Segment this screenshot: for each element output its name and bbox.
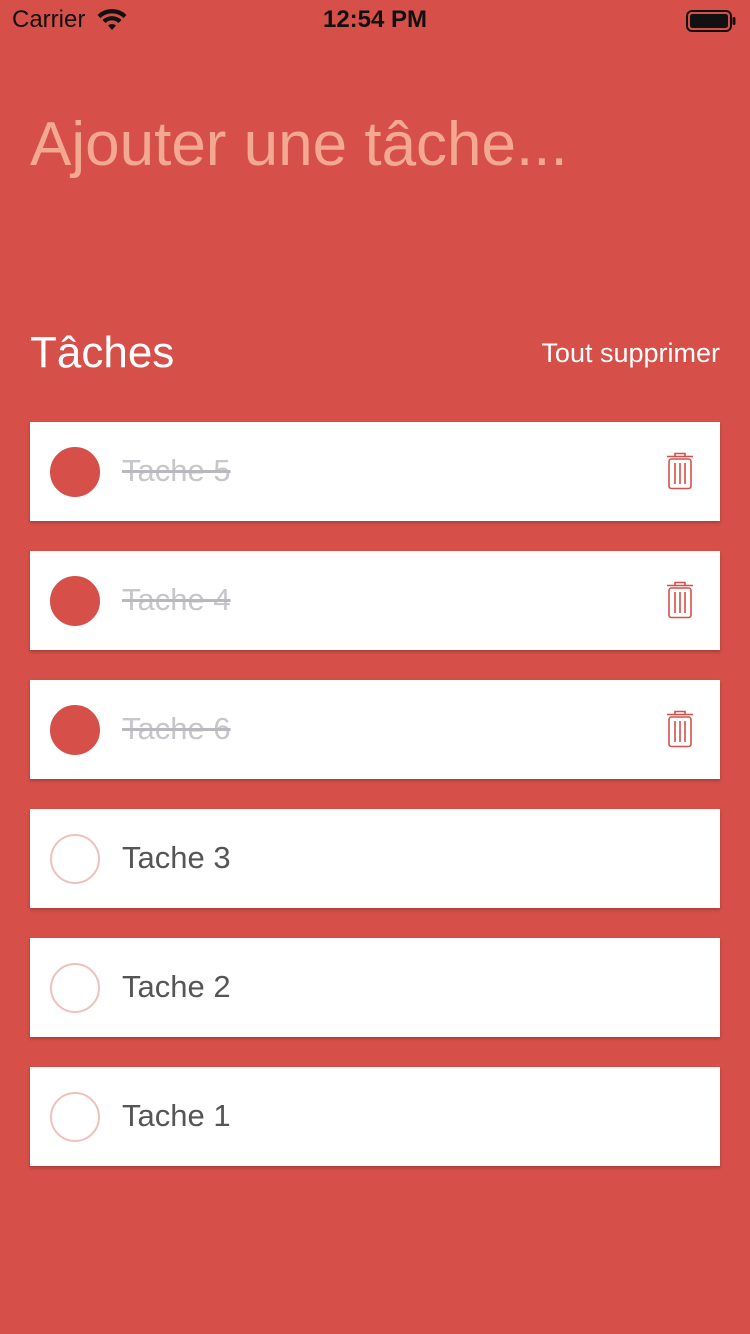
task-toggle-checked[interactable] — [50, 705, 100, 755]
task-label: Tache 1 — [122, 1098, 231, 1133]
task-row: Tache 4 — [30, 551, 720, 650]
trash-icon[interactable] — [666, 710, 694, 748]
clear-all-button[interactable]: Tout supprimer — [541, 334, 720, 372]
task-toggle-unchecked[interactable] — [50, 834, 100, 884]
task-label: Tache 3 — [122, 840, 231, 875]
battery-icon — [686, 10, 736, 32]
task-list: Tache 5 Tache 4 Tache 6 Tache 3 Tache 2 … — [30, 422, 720, 1196]
task-row: Tache 1 — [30, 1067, 720, 1166]
task-label: Tache 2 — [122, 969, 231, 1004]
task-toggle-checked[interactable] — [50, 576, 100, 626]
task-label: Tache 6 — [122, 711, 231, 746]
task-row: Tache 5 — [30, 422, 720, 521]
task-row: Tache 2 — [30, 938, 720, 1037]
task-toggle-checked[interactable] — [50, 447, 100, 497]
task-toggle-unchecked[interactable] — [50, 963, 100, 1013]
tasks-section-title: Tâches — [30, 328, 175, 377]
task-row: Tache 6 — [30, 680, 720, 779]
status-time: 12:54 PM — [322, 6, 428, 33]
task-row: Tache 3 — [30, 809, 720, 908]
add-task-input[interactable] — [30, 98, 720, 190]
status-bar: Carrier 12:54 PM — [0, 0, 750, 40]
task-label: Tache 5 — [122, 453, 231, 488]
trash-icon[interactable] — [666, 452, 694, 490]
trash-icon[interactable] — [666, 581, 694, 619]
task-toggle-unchecked[interactable] — [50, 1092, 100, 1142]
task-label: Tache 4 — [122, 582, 231, 617]
